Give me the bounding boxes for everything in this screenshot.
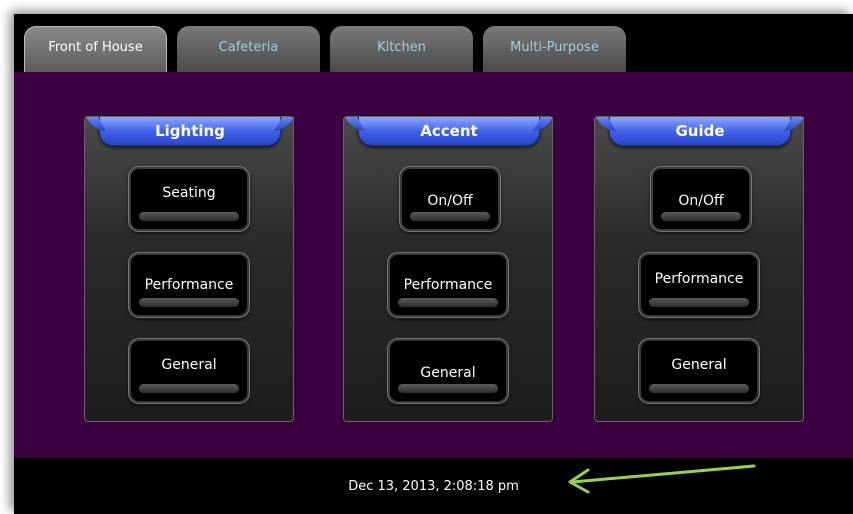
button-label: Performance — [144, 277, 234, 293]
button-label: On/Off — [427, 193, 473, 209]
accent-general-button[interactable]: General — [388, 339, 508, 403]
accent-header: Accent — [358, 117, 540, 146]
guide-performance-button[interactable]: Performance — [639, 253, 759, 317]
button-indicator-bar — [398, 298, 498, 307]
button-indicator-bar — [398, 384, 498, 393]
button-label: Performance — [403, 277, 493, 293]
button-label: Performance — [654, 271, 744, 287]
button-label: General — [671, 357, 727, 373]
main-panel: Lighting Seating Performance General Acc… — [14, 72, 853, 458]
button-indicator-bar — [139, 298, 239, 307]
button-label: Seating — [162, 185, 216, 201]
button-label: On/Off — [678, 193, 724, 209]
tab-front-of-house[interactable]: Front of House — [24, 26, 167, 72]
lighting-group: Lighting Seating Performance General — [84, 116, 294, 422]
tab-cafeteria[interactable]: Cafeteria — [177, 26, 320, 72]
lighting-header: Lighting — [99, 117, 281, 146]
guide-group: Guide On/Off Performance General — [594, 116, 804, 422]
touch-panel-screen: Front of House Cafeteria Kitchen Multi-P… — [14, 14, 853, 514]
datetime-display: Dec 13, 2013, 2:08:18 pm — [348, 478, 519, 494]
button-indicator-bar — [139, 384, 239, 393]
button-label: General — [161, 357, 217, 373]
guide-general-button[interactable]: General — [639, 339, 759, 403]
accent-performance-button[interactable]: Performance — [388, 253, 508, 317]
tab-kitchen[interactable]: Kitchen — [330, 26, 473, 72]
button-indicator-bar — [410, 212, 490, 221]
accent-group: Accent On/Off Performance General — [343, 116, 553, 422]
lighting-performance-button[interactable]: Performance — [129, 253, 249, 317]
guide-header: Guide — [609, 117, 791, 146]
guide-on-off-button[interactable]: On/Off — [651, 167, 751, 231]
lighting-general-button[interactable]: General — [129, 339, 249, 403]
button-indicator-bar — [661, 212, 741, 221]
accent-on-off-button[interactable]: On/Off — [400, 167, 500, 231]
button-label: General — [420, 365, 476, 381]
button-indicator-bar — [649, 298, 749, 307]
seating-button[interactable]: Seating — [129, 167, 249, 231]
button-indicator-bar — [139, 212, 239, 221]
tab-multi-purpose[interactable]: Multi-Purpose — [483, 26, 626, 72]
annotation-arrow-icon — [568, 464, 756, 494]
button-indicator-bar — [649, 384, 749, 393]
tab-bar: Front of House Cafeteria Kitchen Multi-P… — [14, 14, 853, 72]
